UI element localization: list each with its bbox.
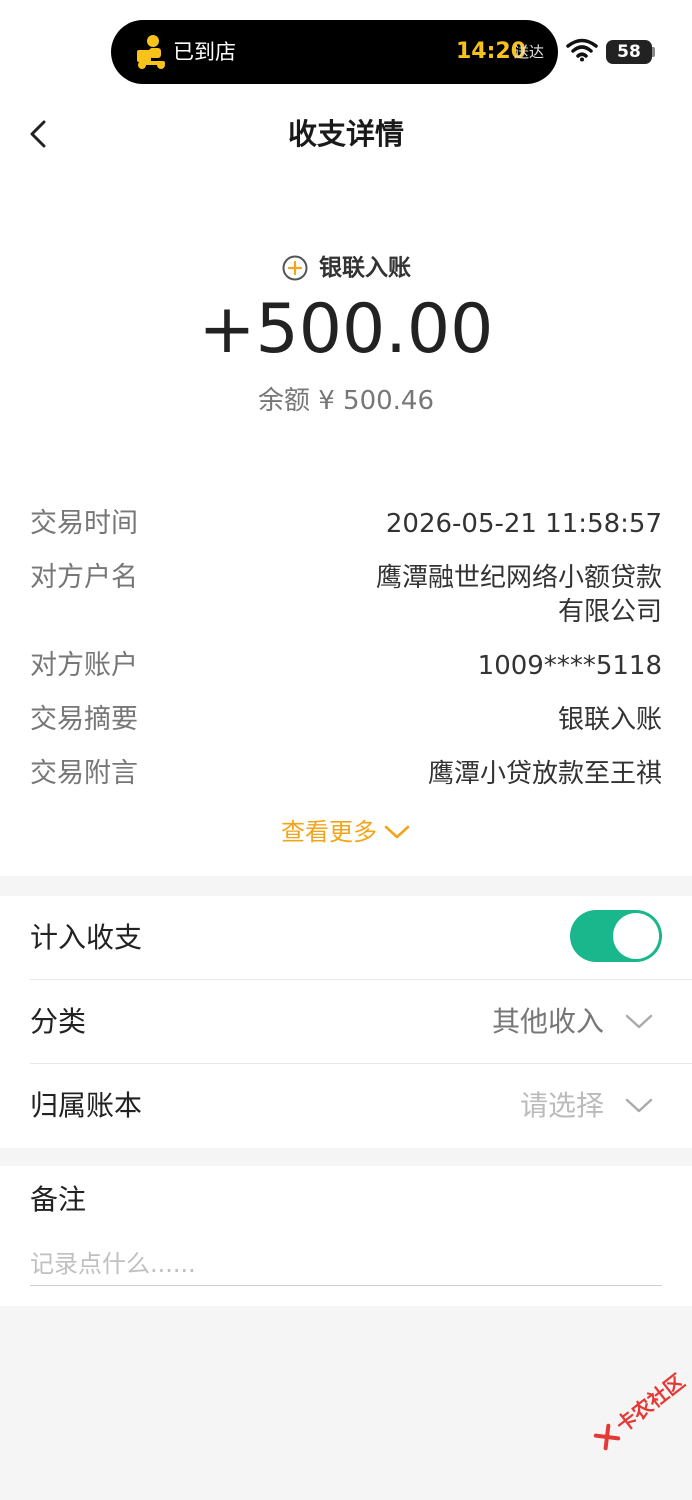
detail-label-memo: 交易附言	[30, 758, 138, 789]
detail-label-time: 交易时间	[30, 508, 138, 539]
delivery-rider-icon	[137, 35, 165, 69]
detail-label-payer-account: 对方账户	[30, 650, 138, 681]
detail-value-memo: 鹰潭小贷放款至王祺	[427, 759, 662, 789]
detail-label-summary: 交易摘要	[30, 704, 138, 735]
ledger-label: 归属账本	[30, 1089, 143, 1122]
note-label: 备注	[30, 1183, 87, 1216]
detail-value-time: 2026-05-21 11:58:57	[385, 509, 662, 539]
detail-value-payer-account: 1009****5118	[477, 651, 662, 681]
settings-panel: 计入收支 分类 其他收入 归属账本 请选择	[0, 896, 692, 1148]
income-plus-icon	[282, 255, 308, 281]
detail-value-payer-name-line1: 鹰潭融世纪网络小额贷款	[375, 563, 662, 593]
ledger-row[interactable]: 归属账本 请选择	[0, 1064, 692, 1148]
category-label: 分类	[30, 1005, 87, 1038]
forum-watermark: 卡农社区	[586, 1360, 692, 1459]
note-input[interactable]	[30, 1242, 662, 1286]
category-row[interactable]: 分类 其他收入	[0, 980, 692, 1064]
detail-value-summary: 银联入账	[557, 705, 662, 735]
view-more-label: 查看更多	[281, 818, 377, 846]
detail-value-payer-name-line2: 有限公司	[557, 597, 662, 627]
watermark-text: 卡农社区	[611, 1369, 690, 1438]
include-in-stats-toggle[interactable]	[570, 910, 662, 962]
dynamic-island[interactable]: 已到店 14:20 送达	[111, 20, 558, 84]
island-status-text: 已到店	[173, 40, 236, 64]
note-section: 备注	[0, 1166, 692, 1306]
chevron-down-icon	[384, 825, 410, 839]
toggle-knob	[613, 913, 659, 959]
include-in-stats-label: 计入收支	[30, 921, 143, 954]
balance-text: 余额 ¥ 500.46	[257, 386, 435, 416]
island-deliver-label: 送达	[514, 43, 545, 61]
wifi-icon	[566, 38, 598, 62]
category-value: 其他收入	[491, 1005, 604, 1038]
battery-tip	[652, 47, 655, 57]
detail-label-payer-name: 对方户名	[30, 562, 138, 593]
transaction-type: 银联入账	[0, 252, 692, 284]
view-more-button[interactable]: 查看更多	[0, 815, 692, 849]
battery-indicator: 58	[606, 40, 652, 64]
page-title: 收支详情	[287, 117, 404, 151]
ledger-value: 请选择	[519, 1089, 604, 1122]
chevron-down-icon	[625, 1098, 653, 1113]
include-in-stats-row: 计入收支	[0, 896, 692, 980]
transaction-amount: +500.00	[198, 290, 494, 369]
transaction-type-label: 银联入账	[319, 255, 411, 281]
chevron-down-icon	[625, 1014, 653, 1029]
